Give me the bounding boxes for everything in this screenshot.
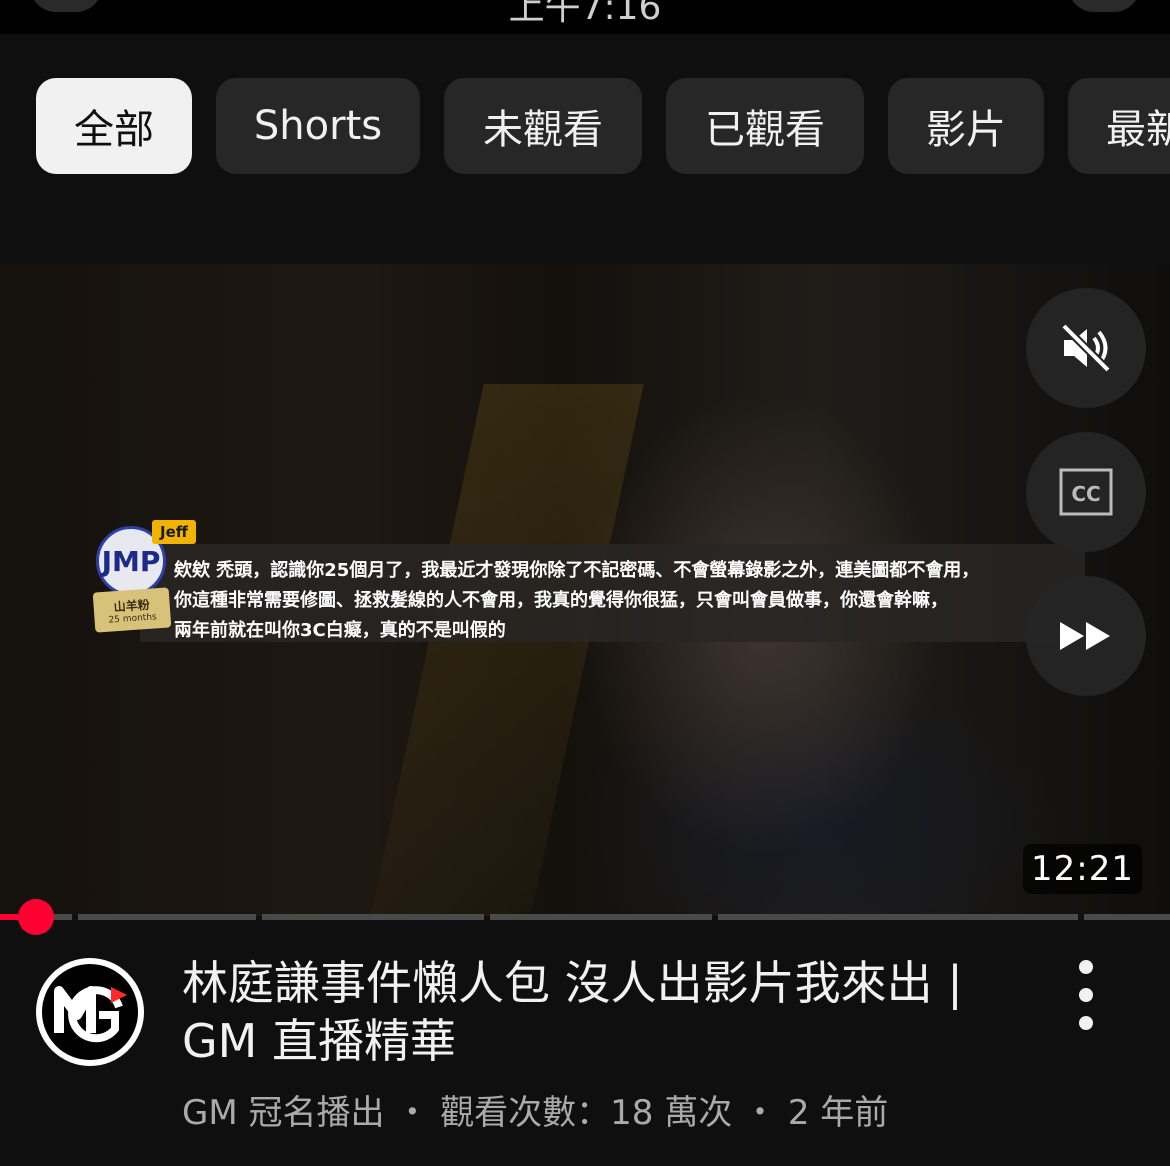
progress-chapter-segment [262,914,484,920]
chip-latest[interactable]: 最新 [1068,78,1170,174]
more-vert-icon-dot [1079,988,1093,1002]
comment-line-3: 兩年前就在叫你3C白癡，真的不是叫假的 [174,620,506,641]
progress-chapter-segment [490,914,712,920]
member-badge: 山羊粉 25 months [92,587,172,633]
more-vert-icon-dot [1079,1016,1093,1030]
video-title[interactable]: 林庭謙事件懶人包 沒人出影片我來出 | GM 直播精華 [182,954,1032,1070]
progress-chapter-segment [1084,914,1170,920]
comment-line-1: 欸欸 禿頭，認識你25個月了，我最近才發現你除了不記密碼、不會螢幕錄影之外，連美… [174,560,980,581]
upload-age: 2 年前 [787,1093,889,1133]
duration-badge: 12:21 [1023,844,1142,894]
progress-played [0,914,18,920]
chip-videos[interactable]: 影片 [888,78,1044,174]
chip-watched[interactable]: 已觀看 [666,78,864,174]
progress-scrubber-handle[interactable] [18,899,54,935]
mute-button[interactable] [1026,288,1146,408]
cc-icon: CC [1059,468,1113,516]
meta-separator: ・ [395,1093,430,1133]
filter-chip-bar: 全部 Shorts 未觀看 已觀看 影片 最新 [0,78,1170,176]
video-metadata: GM 冠名播出 ・ 觀看次數：18 萬次 ・ 2 年前 [182,1085,1082,1134]
channel-avatar[interactable] [36,958,144,1066]
progress-chapter-segment [718,914,1078,920]
video-player[interactable]: 欸欸 禿頭，認識你25個月了，我最近才發現你除了不記密碼、不會螢幕錄影之外，連美… [0,264,1170,916]
fast-forward-icon [1060,622,1110,650]
fast-forward-button[interactable] [1026,576,1146,696]
meta-separator: ・ [743,1093,778,1133]
captions-button[interactable]: CC [1026,432,1146,552]
member-badge-duration: 25 months [108,611,157,626]
progress-bar[interactable] [0,899,1170,935]
view-count: 觀看次數：18 萬次 [440,1093,733,1133]
muted-speaker-icon [1061,323,1111,373]
status-time: 上午7:16 [508,0,662,28]
svg-text:CC: CC [1071,482,1100,506]
progress-chapter-segment [78,914,256,920]
chip-all[interactable]: 全部 [36,78,192,174]
channel-logo-icon [54,986,127,1043]
chip-unwatched[interactable]: 未觀看 [444,78,642,174]
commenter-name-tag: Jeff [152,520,196,544]
more-options-button[interactable] [1066,960,1106,1030]
channel-name[interactable]: GM 冠名播出 [182,1093,385,1133]
comment-line-2: 你這種非常需要修圖、拯救髮線的人不會用，我真的覺得你很猛，只會叫會員做事，你還會… [174,590,948,611]
status-bar: 上午7:16 [0,0,1170,34]
overlay-comment: 欸欸 禿頭，認識你25個月了，我最近才發現你除了不記密碼、不會螢幕錄影之外，連美… [140,544,1085,642]
more-vert-icon [1079,960,1093,974]
chip-shorts[interactable]: Shorts [216,78,420,174]
